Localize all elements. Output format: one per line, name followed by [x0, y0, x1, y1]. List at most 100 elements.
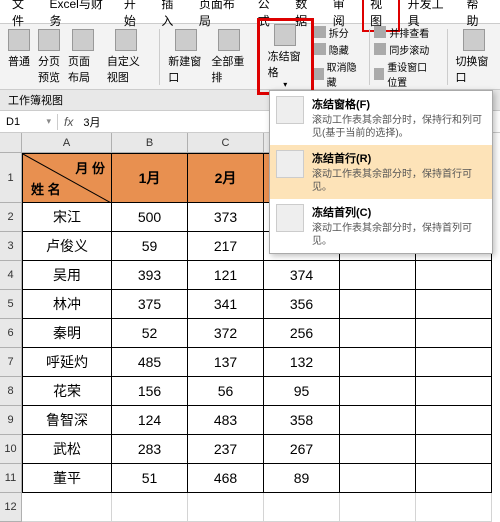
ribbon-window-group: 新建窗口全部重排	[164, 27, 250, 87]
data-cell[interactable]	[416, 261, 492, 290]
empty-cell[interactable]	[22, 493, 112, 522]
data-cell[interactable]: 375	[112, 290, 188, 319]
data-cell[interactable]: 121	[188, 261, 264, 290]
empty-cell[interactable]	[416, 493, 492, 522]
ribbon-sync[interactable]: 同步滚动	[374, 42, 429, 57]
empty-cell[interactable]	[188, 493, 264, 522]
row-header-10[interactable]: 10	[0, 435, 22, 464]
name-cell[interactable]: 秦明	[22, 319, 112, 348]
view-普通[interactable]: 普通	[4, 27, 34, 87]
data-cell[interactable]	[416, 348, 492, 377]
data-cell[interactable]	[340, 319, 416, 348]
name-cell[interactable]: 鲁智深	[22, 406, 112, 435]
row-header-1[interactable]: 1	[0, 153, 22, 203]
data-cell[interactable]: 374	[264, 261, 340, 290]
data-cell[interactable]: 283	[112, 435, 188, 464]
freeze-panes-button[interactable]: 冻结窗格 ▾	[257, 18, 314, 95]
data-cell[interactable]: 468	[188, 464, 264, 493]
col-header-C[interactable]: C	[188, 133, 264, 153]
view-页面布局[interactable]: 页面布局	[64, 27, 103, 87]
data-cell[interactable]: 237	[188, 435, 264, 464]
data-cell[interactable]: 156	[112, 377, 188, 406]
empty-cell[interactable]	[264, 493, 340, 522]
ribbon-unhide[interactable]: 取消隐藏	[314, 59, 360, 89]
col-header-B[interactable]: B	[112, 133, 188, 153]
data-cell[interactable]: 89	[264, 464, 340, 493]
data-cell[interactable]: 267	[264, 435, 340, 464]
data-cell[interactable]: 51	[112, 464, 188, 493]
data-cell[interactable]: 358	[264, 406, 340, 435]
data-cell[interactable]	[416, 290, 492, 319]
select-all-corner[interactable]	[0, 133, 22, 153]
view-icon	[72, 29, 94, 51]
data-cell[interactable]: 356	[264, 290, 340, 319]
row-header-4[interactable]: 4	[0, 261, 22, 290]
data-cell[interactable]: 217	[188, 232, 264, 261]
data-cell[interactable]: 372	[188, 319, 264, 348]
view-自定义视图[interactable]: 自定义视图	[103, 27, 150, 87]
month-header-1[interactable]: 1月	[112, 153, 188, 203]
data-cell[interactable]: 124	[112, 406, 188, 435]
data-cell[interactable]	[416, 319, 492, 348]
data-cell[interactable]: 59	[112, 232, 188, 261]
ribbon-hide[interactable]: 隐藏	[314, 42, 349, 57]
name-cell[interactable]: 林冲	[22, 290, 112, 319]
data-cell[interactable]	[416, 377, 492, 406]
name-box[interactable]: D1 ▾	[0, 114, 58, 130]
row-header-6[interactable]: 6	[0, 319, 22, 348]
fx-icon[interactable]: fx	[58, 115, 79, 129]
name-cell[interactable]: 董平	[22, 464, 112, 493]
row-header-8[interactable]: 8	[0, 377, 22, 406]
name-cell[interactable]: 卢俊义	[22, 232, 112, 261]
data-cell[interactable]	[340, 464, 416, 493]
name-cell[interactable]: 宋江	[22, 203, 112, 232]
freeze-option-1[interactable]: 冻结首行(R) 滚动工作表其余部分时，保持首行可见。	[270, 145, 492, 199]
freeze-option-2[interactable]: 冻结首列(C) 滚动工作表其余部分时，保持首列可见。	[270, 199, 492, 253]
data-cell[interactable]: 483	[188, 406, 264, 435]
data-cell[interactable]: 500	[112, 203, 188, 232]
ribbon-side[interactable]: 并排查看	[374, 25, 429, 40]
diagonal-header-cell[interactable]: 月 份 姓 名	[22, 153, 112, 203]
data-cell[interactable]: 373	[188, 203, 264, 232]
row-header-5[interactable]: 5	[0, 290, 22, 319]
empty-cell[interactable]	[112, 493, 188, 522]
name-cell[interactable]: 花荣	[22, 377, 112, 406]
window-新建窗口[interactable]: 新建窗口	[164, 27, 207, 87]
row-header-9[interactable]: 9	[0, 406, 22, 435]
data-cell[interactable]	[416, 435, 492, 464]
data-cell[interactable]: 95	[264, 377, 340, 406]
data-cell[interactable]	[340, 261, 416, 290]
data-cell[interactable]	[340, 435, 416, 464]
row-header-7[interactable]: 7	[0, 348, 22, 377]
data-cell[interactable]: 256	[264, 319, 340, 348]
row-header-3[interactable]: 3	[0, 232, 22, 261]
row-header-2[interactable]: 2	[0, 203, 22, 232]
data-cell[interactable]: 132	[264, 348, 340, 377]
data-cell[interactable]: 341	[188, 290, 264, 319]
data-cell[interactable]	[416, 406, 492, 435]
row-header-12[interactable]: 12	[0, 493, 22, 522]
name-cell[interactable]: 吴用	[22, 261, 112, 290]
name-cell[interactable]: 呼延灼	[22, 348, 112, 377]
empty-cell[interactable]	[340, 493, 416, 522]
data-cell[interactable]: 56	[188, 377, 264, 406]
data-cell[interactable]	[340, 377, 416, 406]
window-全部重排[interactable]: 全部重排	[207, 27, 250, 87]
data-cell[interactable]	[416, 464, 492, 493]
month-header-2[interactable]: 2月	[188, 153, 264, 203]
switch-window-button[interactable]: 切换窗口	[451, 27, 496, 87]
ribbon-reset[interactable]: 重设窗口位置	[374, 59, 436, 89]
freeze-option-0[interactable]: 冻结窗格(F) 滚动工作表其余部分时，保持行和列可见(基于当前的选择)。	[270, 91, 492, 145]
data-cell[interactable]	[340, 348, 416, 377]
data-cell[interactable]	[340, 290, 416, 319]
data-cell[interactable]: 393	[112, 261, 188, 290]
data-cell[interactable]: 485	[112, 348, 188, 377]
ribbon-split[interactable]: 拆分	[314, 25, 349, 40]
data-cell[interactable]: 52	[112, 319, 188, 348]
data-cell[interactable]	[340, 406, 416, 435]
row-header-11[interactable]: 11	[0, 464, 22, 493]
name-cell[interactable]: 武松	[22, 435, 112, 464]
data-cell[interactable]: 137	[188, 348, 264, 377]
view-分页预览[interactable]: 分页预览	[34, 27, 64, 87]
col-header-A[interactable]: A	[22, 133, 112, 153]
